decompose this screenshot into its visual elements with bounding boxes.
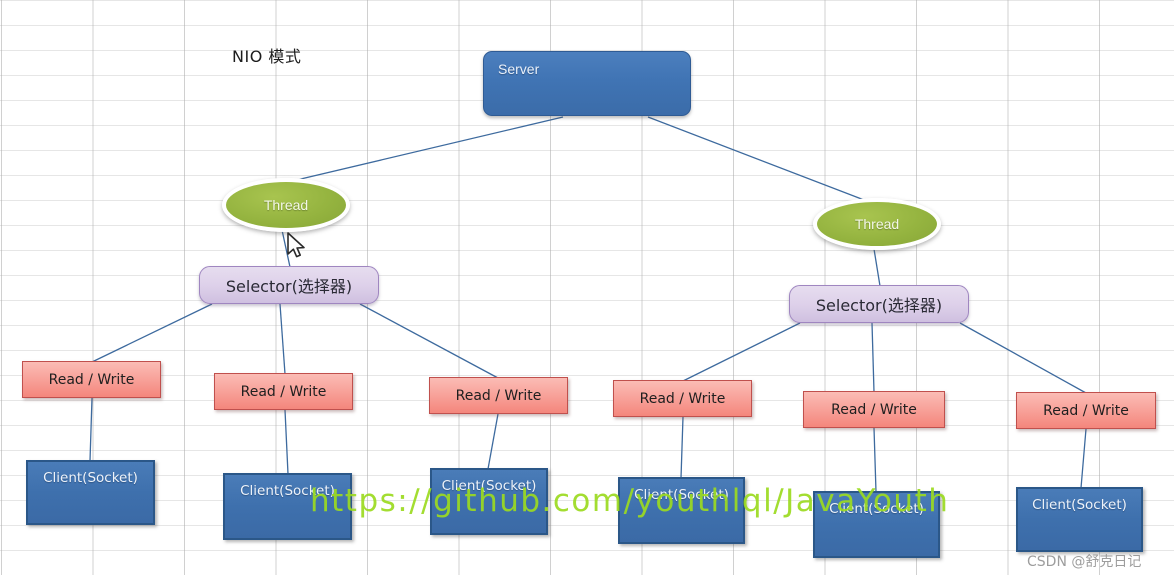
edge-rw-4-to-client-4 [680,416,684,479]
node-client-2-label: Client(Socket) [240,483,335,499]
node-thread-left-label: Thread [263,197,309,213]
node-client-2[interactable]: Client(Socket) [223,473,352,540]
node-selector-left-label: Selector(选择器) [225,277,353,296]
edge-selector-left-to-rw-1 [91,303,213,363]
node-client-6[interactable]: Client(Socket) [1016,487,1143,552]
diagram-canvas: NIO 模式 Server Thread Thread Selector(选择器… [0,0,1174,575]
edge-thread-left-to-selector-left [281,229,291,268]
node-client-6-label: Client(Socket) [1032,497,1127,513]
node-client-4-label: Client(Socket) [634,487,729,503]
node-client-5-label: Client(Socket) [829,501,924,517]
edge-rw-1-to-client-1 [89,397,93,462]
node-readwrite-3-label: Read / Write [455,387,542,404]
mouse-cursor-icon [287,232,305,258]
edge-selector-right-to-rw-4 [682,322,801,382]
edge-server-to-thread-right [647,116,873,204]
node-readwrite-4[interactable]: Read / Write [613,380,752,417]
diagram-title: NIO 模式 [232,47,302,66]
edge-selector-right-to-rw-6 [959,322,1087,394]
node-readwrite-1-label: Read / Write [48,371,135,388]
edge-selector-left-to-rw-3 [359,303,499,379]
edge-selector-left-to-rw-2 [279,303,286,375]
node-client-5[interactable]: Client(Socket) [813,491,940,558]
node-server[interactable]: Server [483,51,691,116]
edge-rw-3-to-client-3 [487,413,499,470]
node-readwrite-3[interactable]: Read / Write [429,377,568,414]
node-server-label: Server [498,61,540,77]
node-client-3[interactable]: Client(Socket) [430,468,548,535]
node-readwrite-5[interactable]: Read / Write [803,391,945,428]
node-readwrite-2[interactable]: Read / Write [214,373,353,410]
node-client-1[interactable]: Client(Socket) [26,460,155,525]
node-thread-right[interactable]: Thread [813,198,941,250]
node-readwrite-1[interactable]: Read / Write [22,361,161,398]
edge-rw-5-to-client-5 [873,427,877,493]
edge-rw-6-to-client-6 [1080,428,1087,489]
node-selector-right[interactable]: Selector(选择器) [789,285,969,323]
node-readwrite-2-label: Read / Write [240,383,327,400]
edge-thread-right-to-selector-right [873,248,881,287]
watermark-csdn: CSDN @舒克日记 [1027,554,1142,570]
node-readwrite-5-label: Read / Write [831,401,917,418]
node-thread-left[interactable]: Thread [222,178,350,232]
node-readwrite-4-label: Read / Write [639,390,726,407]
node-selector-right-label: Selector(选择器) [815,296,943,315]
node-client-4[interactable]: Client(Socket) [618,477,745,544]
edge-selector-right-to-rw-5 [871,322,875,393]
node-client-1-label: Client(Socket) [43,470,138,486]
edge-rw-2-to-client-2 [284,409,289,475]
node-selector-left[interactable]: Selector(选择器) [199,266,379,304]
node-client-3-label: Client(Socket) [441,478,537,494]
node-readwrite-6[interactable]: Read / Write [1016,392,1156,429]
node-readwrite-6-label: Read / Write [1043,402,1129,419]
node-thread-right-label: Thread [854,216,900,232]
edge-server-to-thread-left [287,116,564,183]
